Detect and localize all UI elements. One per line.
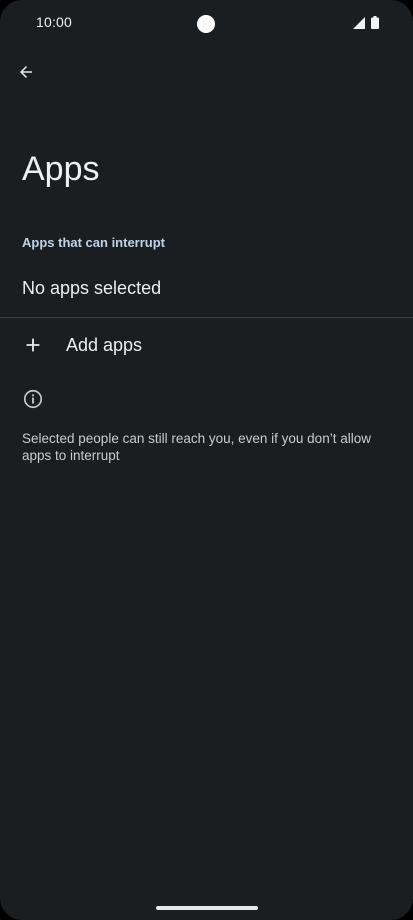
arrow-left-icon (20, 66, 32, 78)
battery-icon (371, 16, 379, 29)
camera-cutout (197, 15, 215, 33)
empty-state-text: No apps selected (22, 278, 162, 298)
divider (0, 317, 413, 318)
plus-icon (26, 338, 40, 352)
add-apps-label: Add apps (66, 335, 143, 355)
status-time: 10:00 (36, 14, 73, 30)
screen: 10:00 Apps Apps that can interrupt No ap… (0, 0, 413, 920)
info-icon (23, 389, 43, 409)
status-bar: 10:00 (0, 0, 413, 46)
section-header: Apps that can interrupt (22, 235, 166, 250)
signal-icon (353, 16, 365, 29)
back-button[interactable] (12, 58, 40, 86)
page-title: Apps (22, 150, 100, 188)
status-icons (353, 16, 379, 29)
home-indicator[interactable] (156, 906, 258, 910)
add-apps-button[interactable]: Add apps (0, 320, 413, 372)
info-text: Selected people can still reach you, eve… (22, 431, 371, 463)
